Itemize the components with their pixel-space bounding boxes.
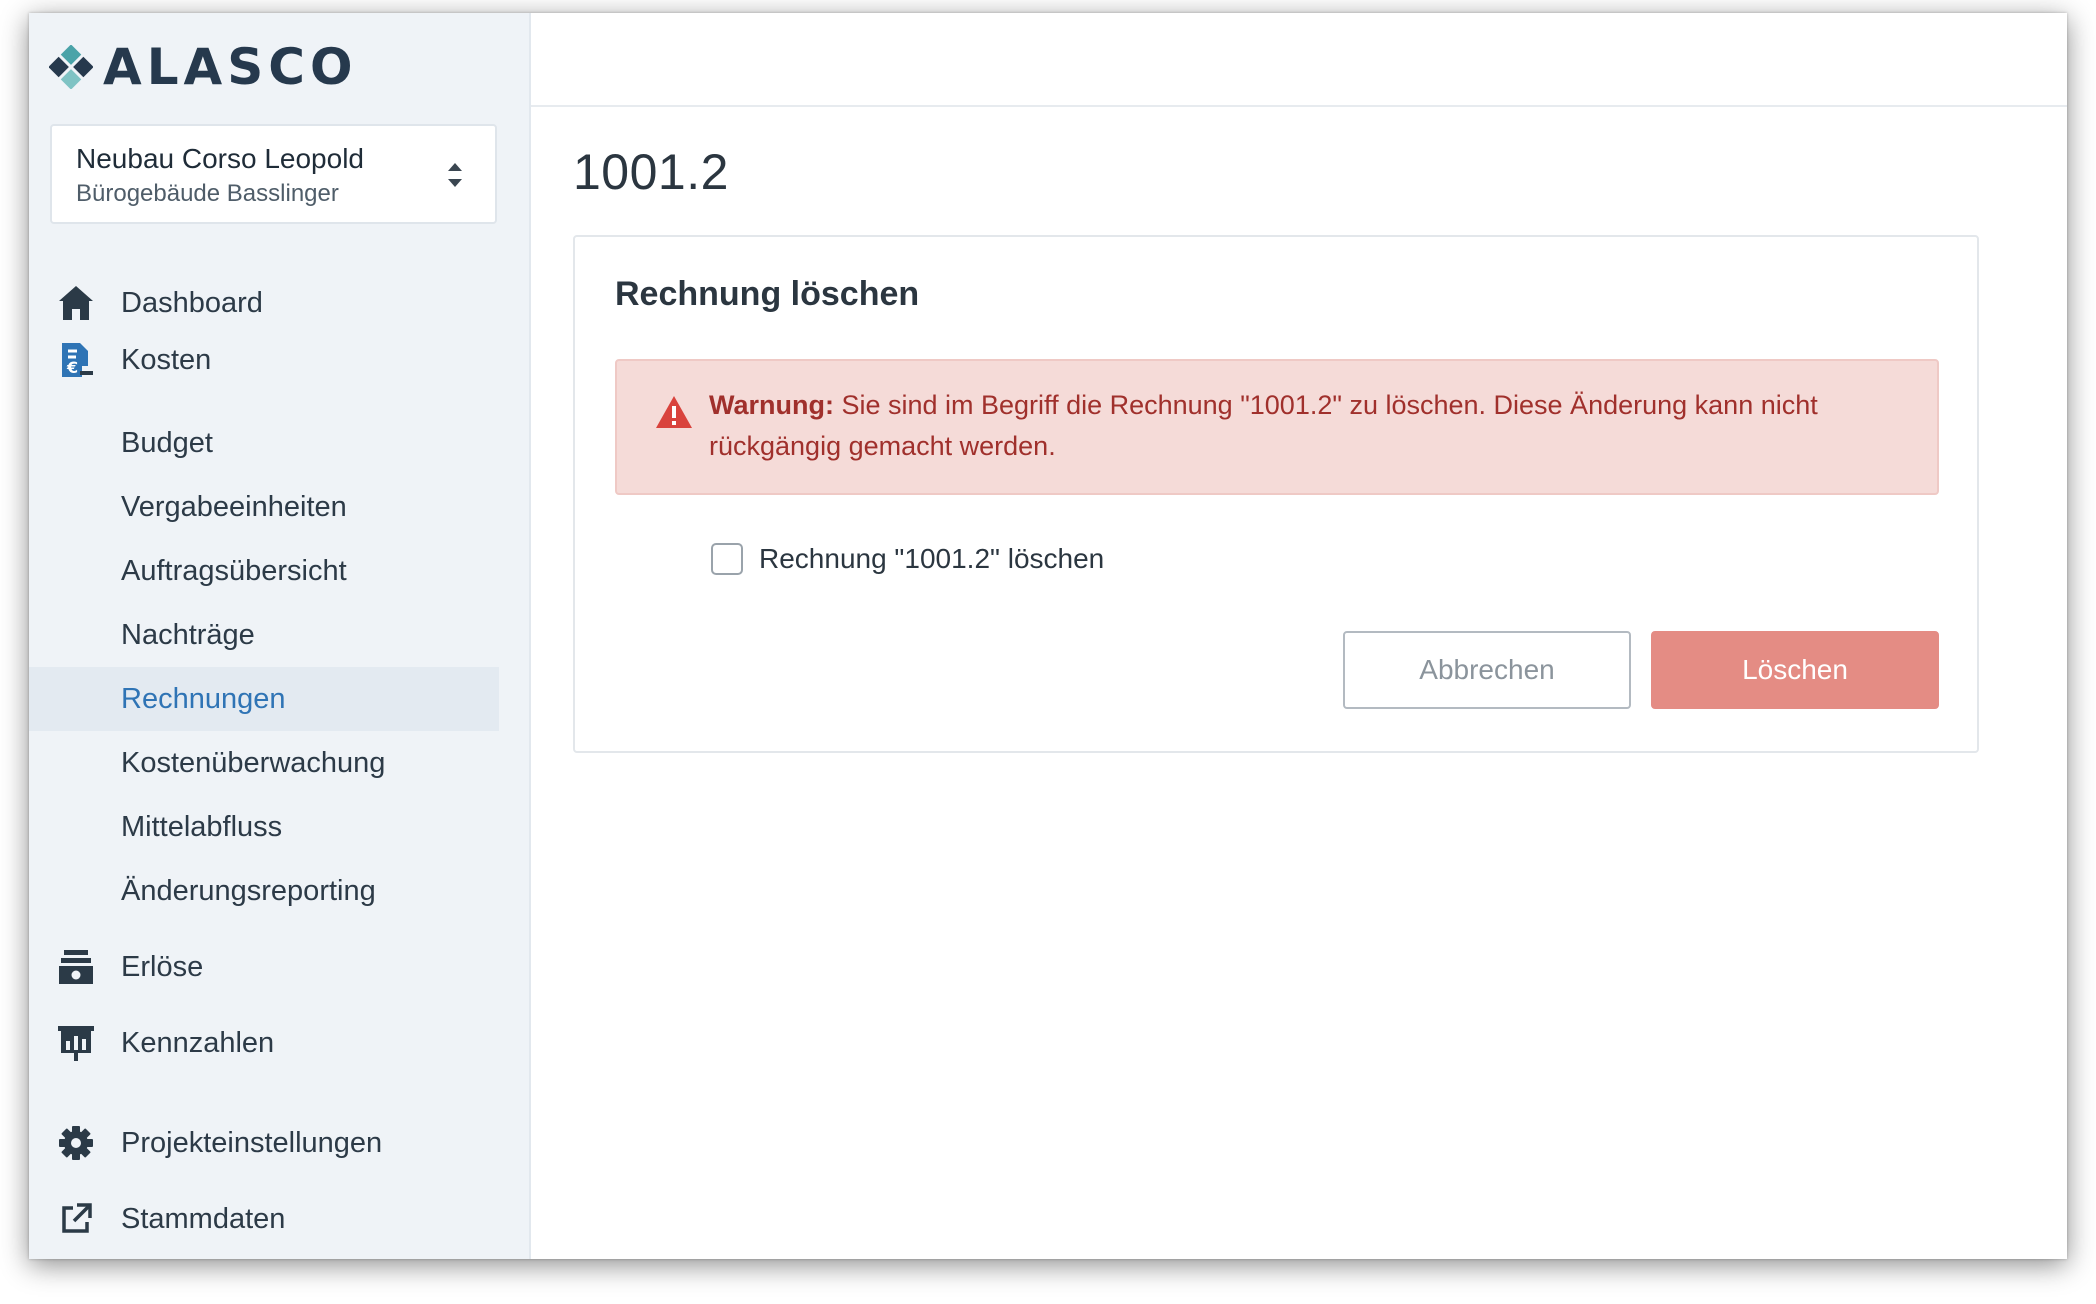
sidebar-item-dashboard[interactable]: Dashboard <box>29 271 499 335</box>
sidebar-item-label: Kennzahlen <box>121 1026 275 1059</box>
sidebar-item-rechnungen[interactable]: Rechnungen <box>29 667 499 731</box>
cancel-button[interactable]: Abbrechen <box>1343 631 1631 709</box>
sidebar-item-aenderungsreporting[interactable]: Änderungsreporting <box>29 859 499 923</box>
sidebar-item-label: Auftragsübersicht <box>121 554 347 587</box>
sidebar-item-erloese[interactable]: Erlöse <box>29 935 499 999</box>
top-bar <box>531 13 2067 107</box>
confirm-delete-checkbox-row[interactable]: Rechnung "1001.2" löschen <box>711 543 1104 575</box>
sidebar-item-label: Änderungsreporting <box>121 874 376 907</box>
alasco-logo-icon <box>49 45 93 89</box>
sidebar-item-projekteinstellungen[interactable]: Projekteinstellungen <box>29 1111 499 1175</box>
sidebar-item-kosten[interactable]: € Kosten <box>29 328 499 392</box>
project-subtitle: Bürogebäude Basslinger <box>76 180 339 207</box>
sidebar-item-label: Projekteinstellungen <box>121 1126 383 1159</box>
sidebar-item-kostenueberwachung[interactable]: Kostenüberwachung <box>29 731 499 795</box>
project-selector[interactable]: Neubau Corso Leopold Bürogebäude Basslin… <box>50 124 497 224</box>
home-icon <box>55 282 97 324</box>
brand-name: ALASCO <box>103 38 358 96</box>
presentation-chart-icon <box>55 1022 97 1064</box>
sidebar-item-mittelabfluss[interactable]: Mittelabfluss <box>29 795 499 859</box>
warning-message: Sie sind im Begriff die Rechnung "1001.2… <box>709 390 1818 461</box>
sidebar-item-budget[interactable]: Budget <box>29 411 499 475</box>
warning-alert: Warnung: Sie sind im Begriff die Rechnun… <box>615 359 1939 495</box>
sidebar-item-label: Rechnungen <box>121 682 286 715</box>
sidebar-item-kennzahlen[interactable]: Kennzahlen <box>29 1011 499 1075</box>
confirm-delete-checkbox[interactable] <box>711 543 743 575</box>
delete-button[interactable]: Löschen <box>1651 631 1939 709</box>
card-title: Rechnung löschen <box>615 275 920 313</box>
warning-triangle-icon <box>656 396 692 428</box>
sidebar-item-label: Nachträge <box>121 618 255 651</box>
sort-arrows-icon <box>448 163 462 187</box>
sidebar-item-label: Kostenüberwachung <box>121 746 386 779</box>
app-window: ALASCO Neubau Corso Leopold Bürogebäude … <box>29 13 2067 1259</box>
sidebar-item-label: Vergabeeinheiten <box>121 490 347 523</box>
warning-prefix: Warnung: <box>709 390 834 420</box>
sidebar-item-label: Dashboard <box>121 286 263 319</box>
cash-register-icon <box>55 946 97 988</box>
brand-logo[interactable]: ALASCO <box>49 38 358 96</box>
sidebar-item-label: Kosten <box>121 343 212 376</box>
project-name: Neubau Corso Leopold <box>76 143 364 174</box>
sidebar-item-vergabeeinheiten[interactable]: Vergabeeinheiten <box>29 475 499 539</box>
page-title: 1001.2 <box>573 144 729 200</box>
sidebar-item-label: Budget <box>121 426 213 459</box>
sidebar-item-auftragsuebersicht[interactable]: Auftragsübersicht <box>29 539 499 603</box>
delete-invoice-card: Rechnung löschen Warnung: Sie sind im Be… <box>573 235 1979 753</box>
svg-text:€: € <box>66 358 78 377</box>
confirm-delete-label: Rechnung "1001.2" löschen <box>759 543 1105 574</box>
sidebar-item-nachtraege[interactable]: Nachträge <box>29 603 499 667</box>
gear-icon <box>55 1122 97 1164</box>
sidebar-item-label: Mittelabfluss <box>121 810 283 843</box>
sidebar-item-label: Stammdaten <box>121 1202 286 1235</box>
sidebar-item-stammdaten[interactable]: Stammdaten <box>29 1187 499 1251</box>
main-content: 1001.2 Rechnung löschen Warnung: Sie sin… <box>531 13 2067 1259</box>
external-link-icon <box>55 1198 97 1240</box>
cost-document-icon: € <box>55 339 97 381</box>
warning-text: Warnung: Sie sind im Begriff die Rechnun… <box>709 385 1877 467</box>
sidebar-item-label: Erlöse <box>121 950 204 983</box>
sidebar: ALASCO Neubau Corso Leopold Bürogebäude … <box>29 13 531 1259</box>
